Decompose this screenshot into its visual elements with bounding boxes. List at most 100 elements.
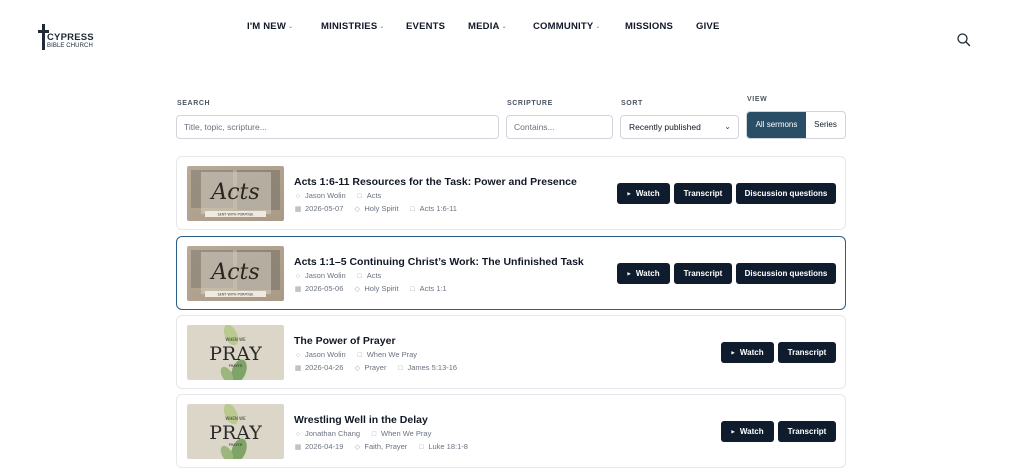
sermon-series: Acts (366, 191, 382, 200)
nav-label: MISSIONS (625, 21, 674, 32)
person-icon: ○ (295, 193, 301, 200)
scripture-input[interactable] (506, 115, 613, 139)
sermon-topics: Prayer (364, 363, 387, 372)
logo-subtitle: BIBLE CHURCH (47, 43, 93, 49)
sermon-card[interactable]: WHEN WE PRAY PRAYER The Power of Prayer … (176, 315, 846, 389)
sermon-speaker: Jason Wolin (305, 350, 346, 359)
person-icon: ○ (295, 352, 301, 359)
sermon-card[interactable]: Acts SENT WITH PURPOSE Acts 1:1–5 Contin… (176, 236, 846, 310)
view-series-button[interactable]: Series (806, 112, 845, 138)
thumbnail-caption-bottom: PRAYER (229, 443, 243, 447)
logo-name: CYPRESS (47, 32, 94, 43)
thumbnail-caption-top: WHEN WE (225, 416, 246, 421)
chevron-down-icon: ⌄ (595, 24, 601, 30)
book-icon: □ (419, 444, 424, 451)
nav-label: GIVE (696, 21, 720, 32)
thumbnail-caption: SENT WITH PURPOSE (218, 293, 254, 297)
sermon-title[interactable]: Acts 1:6-11 Resources for the Task: Powe… (294, 176, 577, 188)
bookmark-icon: □ (357, 273, 362, 280)
watch-label: Watch (739, 427, 764, 436)
sermon-thumbnail[interactable]: Acts SENT WITH PURPOSE (187, 166, 284, 221)
thumbnail-caption: SENT WITH PURPOSE (218, 213, 254, 217)
sermon-topics: Holy Spirit (364, 204, 399, 213)
transcript-button[interactable]: Transcript (674, 263, 732, 284)
bookmark-icon: □ (371, 431, 377, 438)
search-label: SEARCH (177, 100, 211, 107)
calendar-icon: ▦ (294, 365, 302, 372)
scripture-label: SCRIPTURE (507, 100, 553, 107)
sermon-date: 2026-04-19 (305, 442, 344, 451)
thumbnail-caption-bottom: PRAYER (229, 364, 243, 368)
sermon-scripture: Acts 1:1 (419, 284, 447, 293)
sermon-meta-row-1: ○ Jason Wolin □ Acts (294, 271, 381, 281)
sermon-series: Acts (366, 271, 382, 280)
nav-label: COMMUNITY (533, 21, 594, 32)
nav-community[interactable]: COMMUNITY ⌄ (533, 21, 601, 33)
sermon-scripture: Acts 1:6-11 (419, 204, 457, 213)
sermon-speaker: Jason Wolin (305, 191, 346, 200)
nav-missions[interactable]: MISSIONS (625, 21, 673, 33)
transcript-button[interactable]: Transcript (674, 183, 732, 204)
sermon-title[interactable]: The Power of Prayer (294, 335, 396, 347)
transcript-button[interactable]: Transcript (778, 421, 836, 442)
sermon-topics: Faith, Prayer (364, 442, 408, 451)
nav-label: MINISTRIES (321, 21, 378, 32)
chevron-down-icon: ⌄ (288, 24, 294, 30)
chevron-down-icon: ⌄ (724, 122, 731, 131)
bookmark-icon: □ (357, 193, 362, 200)
view-all-sermons-button[interactable]: All sermons (747, 112, 806, 138)
nav-im-new[interactable]: I'M NEW ⌄ (247, 21, 293, 33)
watch-button[interactable]: ▶ Watch (721, 421, 774, 442)
nav-media[interactable]: MEDIA ⌄ (468, 21, 507, 33)
sort-select[interactable]: Recently published ⌄ (620, 115, 739, 139)
transcript-button[interactable]: Transcript (778, 342, 836, 363)
sermon-meta-row-2: ▦ 2026-04-26 ◇ Prayer □ James 5:13-16 (294, 363, 457, 373)
sermon-meta-row-1: ○ Jonathan Chang □ When We Pray (294, 429, 431, 439)
play-icon: ▶ (627, 271, 631, 276)
sermon-card[interactable]: WHEN WE PRAY PRAYER Wrestling Well in th… (176, 394, 846, 468)
nav-label: MEDIA (468, 21, 500, 32)
sermon-topics: Holy Spirit (364, 284, 399, 293)
book-icon: □ (410, 206, 415, 213)
sermon-meta-row-2: ▦ 2026-05-06 ◇ Holy Spirit □ Acts 1:1 (294, 284, 447, 294)
sermon-scripture: Luke 18:1-8 (428, 442, 468, 451)
nav-events[interactable]: EVENTS (406, 21, 445, 33)
watch-button[interactable]: ▶ Watch (617, 183, 670, 204)
nav-label: EVENTS (406, 21, 446, 32)
sermon-series: When We Pray (366, 350, 418, 359)
search-icon[interactable] (956, 32, 972, 48)
book-icon: □ (398, 365, 403, 372)
sermon-meta-row-1: ○ Jason Wolin □ When We Pray (294, 350, 417, 360)
discussion-questions-button[interactable]: Discussion questions (736, 183, 836, 204)
thumbnail-caption-top: WHEN WE (225, 337, 246, 342)
sermon-meta-row-1: ○ Jason Wolin □ Acts (294, 191, 381, 201)
sermon-card[interactable]: Acts SENT WITH PURPOSE Acts 1:6-11 Resou… (176, 156, 846, 230)
sermon-speaker: Jonathan Chang (305, 429, 361, 438)
thumbnail-art-text: PRAY (209, 343, 262, 365)
sermon-thumbnail[interactable]: Acts SENT WITH PURPOSE (187, 246, 284, 301)
search-input[interactable] (176, 115, 499, 139)
nav-ministries[interactable]: MINISTRIES ⌄ (321, 21, 385, 33)
sermon-title[interactable]: Acts 1:1–5 Continuing Christ’s Work: The… (294, 256, 584, 268)
sermon-date: 2026-05-07 (305, 204, 344, 213)
play-icon: ▶ (731, 350, 735, 355)
watch-button[interactable]: ▶ Watch (721, 342, 774, 363)
site-header: CYPRESS BIBLE CHURCH I'M NEW ⌄ MINISTRIES… (0, 0, 1024, 60)
nav-give[interactable]: GIVE (696, 21, 720, 33)
nav-label: I'M NEW (247, 21, 287, 32)
sermon-thumbnail[interactable]: WHEN WE PRAY PRAYER (187, 404, 284, 459)
play-icon: ▶ (731, 429, 735, 434)
sermon-scripture: James 5:13-16 (407, 363, 458, 372)
sermon-title[interactable]: Wrestling Well in the Delay (294, 414, 428, 426)
watch-button[interactable]: ▶ Watch (617, 263, 670, 284)
chevron-down-icon: ⌄ (501, 24, 507, 30)
thumbnail-art-text: Acts (209, 260, 259, 285)
sermon-thumbnail[interactable]: WHEN WE PRAY PRAYER (187, 325, 284, 380)
discussion-questions-button[interactable]: Discussion questions (736, 263, 836, 284)
thumbnail-art-text: Acts (209, 180, 259, 205)
sermon-date: 2026-04-26 (305, 363, 344, 372)
tag-icon: ◇ (354, 286, 361, 293)
site-logo[interactable]: CYPRESS BIBLE CHURCH (38, 24, 98, 52)
chevron-down-icon: ⌄ (379, 24, 385, 30)
sermon-meta-row-2: ▦ 2026-04-19 ◇ Faith, Prayer □ Luke 18:1-8 (294, 442, 468, 452)
